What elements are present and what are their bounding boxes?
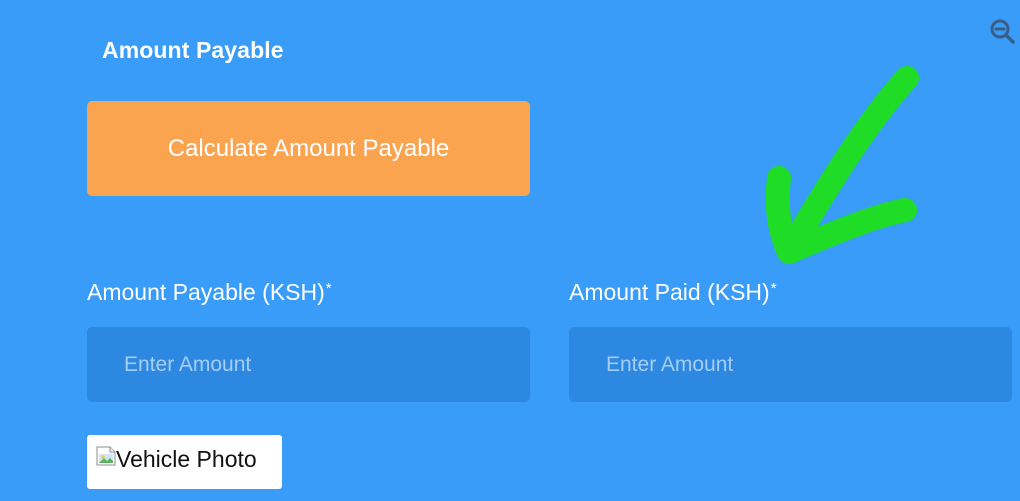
amount-payable-label-text: Amount Payable (KSH) <box>87 279 325 305</box>
amount-paid-label: Amount Paid (KSH)* <box>569 279 777 306</box>
amount-payable-label: Amount Payable (KSH)* <box>87 279 332 306</box>
calculate-amount-payable-button[interactable]: Calculate Amount Payable <box>87 101 530 196</box>
required-marker: * <box>325 280 332 297</box>
zoom-out-icon[interactable] <box>989 18 1015 44</box>
required-marker: * <box>770 280 777 297</box>
green-arrow-annotation <box>765 66 919 264</box>
amount-paid-input[interactable] <box>569 327 1012 402</box>
vehicle-photo: Vehicle Photo <box>87 435 282 489</box>
amount-paid-label-text: Amount Paid (KSH) <box>569 279 770 305</box>
amount-payable-input[interactable] <box>87 327 530 402</box>
section-title: Amount Payable <box>102 37 284 63</box>
vehicle-photo-alt-text: Vehicle Photo <box>116 446 257 472</box>
broken-image-icon <box>96 446 116 466</box>
